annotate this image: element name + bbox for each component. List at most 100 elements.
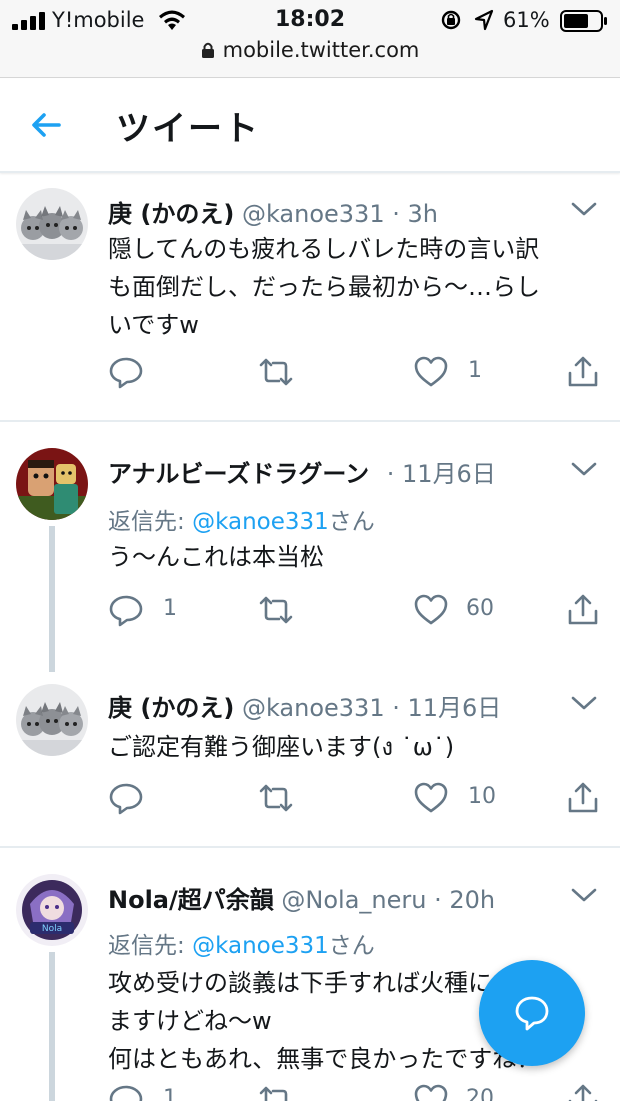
retweet-icon [259, 784, 293, 812]
retweet-icon [259, 596, 293, 624]
avatar[interactable] [16, 684, 88, 756]
retweet-button[interactable] [258, 1082, 294, 1101]
tweet-text: ご認定有難う御座います(ง ˙ω˙) [108, 728, 604, 766]
heart-icon [414, 782, 448, 813]
like-count: 10 [468, 784, 496, 809]
retweet-button[interactable] [258, 592, 294, 632]
reply-icon [109, 783, 143, 815]
share-icon [568, 782, 598, 813]
tweet-actions: 10 [108, 780, 608, 820]
reply-icon [109, 1085, 143, 1101]
tweet-time[interactable]: · 11月6日 [387, 460, 496, 488]
tweet-text: う〜んこれは本当松 [108, 538, 604, 576]
tweet-time[interactable]: · 11月6日 [392, 694, 501, 722]
tweet-header: アナルビーズドラグーン · 11月6日 [108, 454, 496, 489]
tweet-text-line: ご認定有難う御座います(ง ˙ω˙) [108, 733, 455, 761]
retweet-button[interactable] [258, 780, 294, 820]
display-name[interactable]: 庚 (かのえ) [108, 694, 234, 722]
svg-text:Nola: Nola [42, 924, 62, 934]
tweet-header: Nola/超パ余韻 @Nola_neru · 20h [108, 880, 495, 915]
tweet-actions: 1 20 [108, 1082, 608, 1101]
address-bar[interactable]: mobile.twitter.com [0, 38, 620, 68]
like-button[interactable] [413, 780, 449, 820]
status-bar: Y!mobile 18:02 61% [0, 0, 620, 40]
retweet-icon [259, 358, 293, 386]
tweet-time[interactable]: · 20h [434, 886, 495, 914]
heart-icon [414, 1084, 448, 1101]
avatar[interactable] [16, 448, 88, 520]
compose-reply-button[interactable] [479, 960, 585, 1066]
avatar[interactable] [16, 188, 88, 260]
display-name[interactable]: Nola/超パ余韻 [108, 886, 274, 914]
tweet-actions: 1 [108, 354, 608, 394]
tweet-text: 隠してんのも疲れるしバレた時の言い訳 も面倒だし、だったら最初から〜…らし いで… [108, 230, 604, 344]
tweet[interactable]: 庚 (かのえ) @kanoe331 · 11月6日 ご認定有難う御座います(ง … [0, 670, 620, 846]
tweet-time[interactable]: · 3h [392, 200, 438, 228]
chevron-down-icon[interactable] [568, 884, 600, 906]
like-button[interactable] [413, 592, 449, 632]
reply-to-label: 返信先: [108, 509, 193, 535]
url-text: mobile.twitter.com [222, 38, 420, 62]
display-name[interactable]: 庚 (かのえ) [108, 200, 234, 228]
tweet-text-line: う〜んこれは本当松 [108, 543, 324, 571]
browser-chrome: Y!mobile 18:02 61% mobile.twitter.com [0, 0, 620, 78]
reply-to-label: 返信先: [108, 933, 193, 959]
share-icon [568, 1084, 598, 1101]
tweet-header: 庚 (かのえ) @kanoe331 · 3h [108, 194, 438, 229]
heart-icon [414, 594, 448, 625]
like-count: 1 [468, 358, 482, 383]
heart-icon [414, 356, 448, 387]
user-handle[interactable]: @Nola_neru [281, 886, 426, 914]
reply-to-mention[interactable]: @kanoe331 [192, 933, 329, 959]
share-icon [568, 356, 598, 387]
user-handle[interactable]: @kanoe331 [242, 694, 385, 722]
share-button[interactable] [565, 780, 601, 820]
chevron-down-icon[interactable] [568, 458, 600, 480]
reply-button[interactable] [108, 780, 144, 820]
orientation-lock-icon [441, 10, 461, 30]
tweet[interactable]: 庚 (かのえ) @kanoe331 · 3h 隠してんのも疲れるしバレた時の言い… [0, 174, 620, 422]
thread-connector [49, 526, 55, 672]
reply-to-mention[interactable]: @kanoe331 [192, 509, 329, 535]
reply-count: 1 [163, 1086, 177, 1101]
chevron-down-icon[interactable] [568, 198, 600, 220]
location-arrow-icon [474, 9, 494, 31]
reply-icon [109, 357, 143, 389]
retweet-icon [259, 1086, 288, 1101]
reply-button[interactable] [108, 354, 144, 394]
back-arrow-icon[interactable] [26, 105, 66, 145]
tweet-text-line: も面倒だし、だったら最初から〜…らし [108, 273, 540, 301]
display-name[interactable]: アナルビーズドラグーン [108, 460, 369, 488]
lock-icon [201, 42, 214, 58]
like-count: 60 [466, 596, 494, 621]
tweet-text-line: いですw [108, 311, 199, 339]
share-button[interactable] [565, 354, 601, 394]
reply-count: 1 [163, 596, 177, 621]
reply-bubble-icon [515, 996, 549, 1031]
battery-icon [560, 10, 607, 32]
tweet-header: 庚 (かのえ) @kanoe331 · 11月6日 [108, 688, 501, 723]
reply-context: 返信先: @kanoe331さん [108, 926, 375, 960]
like-count: 20 [466, 1086, 494, 1101]
reply-button[interactable] [108, 592, 144, 632]
thread-connector [49, 952, 55, 1101]
page-title: ツイート [116, 109, 260, 149]
battery-percent: 61% [503, 8, 550, 32]
share-button[interactable] [565, 592, 601, 632]
page-header: ツイート [0, 79, 620, 173]
reply-button[interactable] [108, 1082, 144, 1101]
retweet-button[interactable] [258, 354, 294, 394]
tweet-actions: 1 60 [108, 592, 608, 632]
share-icon [568, 594, 598, 625]
chevron-down-icon[interactable] [568, 692, 600, 714]
tweet[interactable]: アナルビーズドラグーン · 11月6日 返信先: @kanoe331さん う〜ん… [0, 422, 620, 672]
share-button[interactable] [565, 1082, 601, 1101]
avatar[interactable]: Nola [16, 874, 88, 946]
like-button[interactable] [413, 354, 449, 394]
like-button[interactable] [413, 1082, 449, 1101]
reply-to-suffix: さん [328, 933, 375, 959]
reply-context: 返信先: @kanoe331さん [108, 502, 375, 536]
reply-to-suffix: さん [328, 509, 375, 535]
tweet-text-line: 隠してんのも疲れるしバレた時の言い訳 [108, 235, 540, 263]
user-handle[interactable]: @kanoe331 [242, 200, 385, 228]
